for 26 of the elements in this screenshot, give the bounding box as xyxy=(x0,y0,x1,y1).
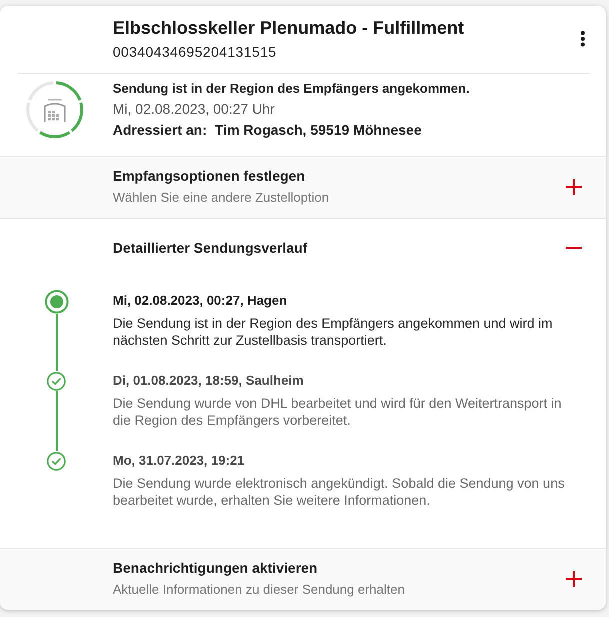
accordion-header[interactable]: Detaillierter Sendungsverlauf xyxy=(0,219,606,278)
section-title: Benachrichtigungen aktivieren xyxy=(113,559,319,578)
plus-icon[interactable] xyxy=(565,570,583,588)
event-description: Die Sendung wurde elektronisch angekündigt. Sobald die Sendung von uns bearbeitet wurde, erhalten Sie weitere Informationen. xyxy=(113,475,566,509)
recipient-address: Tim Rogasch, 59519 Möhnesee xyxy=(215,121,422,140)
event-description: Die Sendung wurde von DHL bearbeitet und wird für den Weitertransport in die Region des Empfängers vorbereitet. xyxy=(113,395,563,429)
section-title: Detaillierter Sendungsverlauf xyxy=(113,239,309,258)
kebab-menu-icon[interactable] xyxy=(580,31,586,47)
status-headline: Sendung ist in der Region des Empfängers angekommen. xyxy=(113,80,471,98)
timeline-line xyxy=(56,314,58,371)
plus-icon[interactable] xyxy=(565,178,583,196)
event-date: Mo, 31.07.2023, 19:21 xyxy=(113,452,246,470)
shipment-title: Elbschlosskeller Plenumado - Fulfillment xyxy=(113,17,466,40)
section-title: Empfangsoptionen festlegen xyxy=(113,167,306,186)
section-subtitle: Wählen Sie eine andere Zustelloption xyxy=(113,189,330,207)
accordion-header[interactable]: Empfangsoptionen festlegen Wählen Sie eine andere Zustelloption xyxy=(0,157,606,218)
tracking-number: 00340434695204131515 xyxy=(113,43,278,62)
accordion-header[interactable]: Benachrichtigungen aktivieren Aktuelle Informationen zu dieser Sendung erhalten xyxy=(0,549,606,610)
event-date: Mi, 02.08.2023, 00:27, Hagen xyxy=(113,292,288,310)
event-description: Die Sendung ist in der Region des Empfängers angekommen und wird im nächsten Schritt zur Zustellbasis transportiert. xyxy=(113,315,554,349)
warehouse-icon xyxy=(44,100,66,122)
status-date: Mi, 02.08.2023, 00:27 Uhr xyxy=(113,100,276,119)
event-date: Di, 01.08.2023, 18:59, Saulheim xyxy=(113,372,305,390)
section-subtitle: Aktuelle Informationen zu dieser Sendung erhalten xyxy=(113,581,406,599)
address-label: Adressiert an: xyxy=(113,121,208,140)
timeline-line xyxy=(56,391,58,451)
